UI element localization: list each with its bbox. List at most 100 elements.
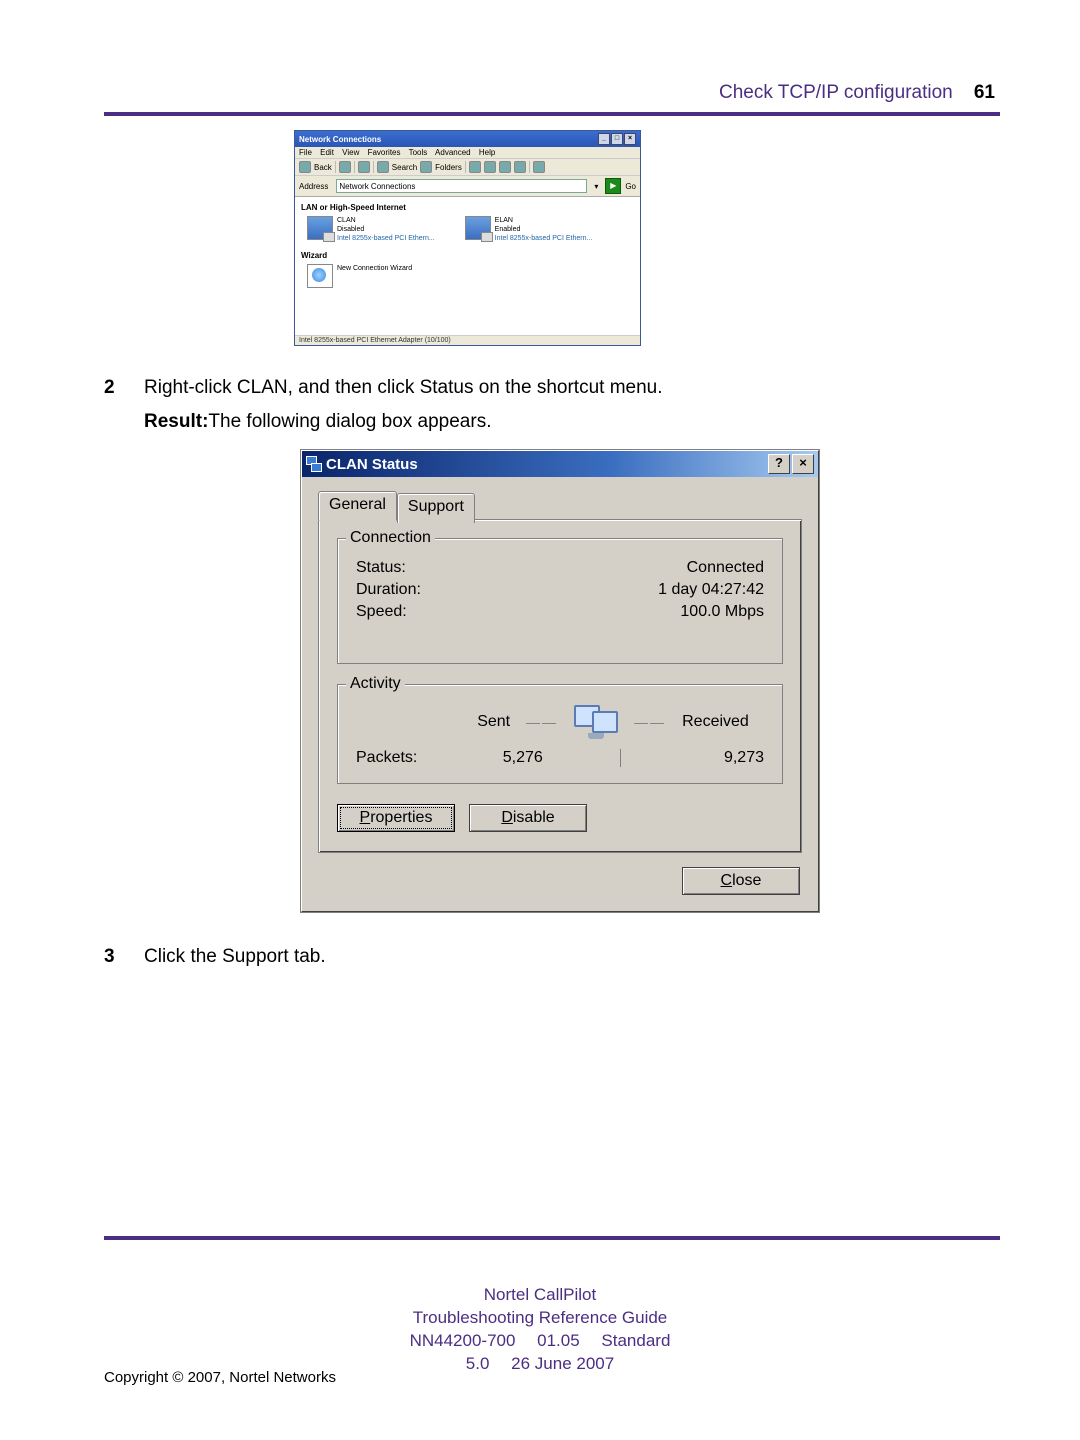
- go-label[interactable]: Go: [625, 182, 636, 191]
- copyright: Copyright © 2007, Nortel Networks: [104, 1369, 336, 1386]
- up-icon[interactable]: [358, 161, 370, 173]
- nc-statusbar: Intel 8255x-based PCI Ethernet Adapter (…: [295, 335, 640, 345]
- elan-name: ELAN: [495, 216, 593, 225]
- step-2: 2 Right-click CLAN, and then click Statu…: [104, 374, 1000, 435]
- step-2-number: 2: [104, 374, 144, 435]
- views-icon[interactable]: [533, 161, 545, 173]
- folders-label[interactable]: Folders: [435, 163, 462, 172]
- forward-icon[interactable]: [339, 161, 351, 173]
- group-activity: Activity Sent —— —— Received: [337, 684, 783, 784]
- duration-label: Duration:: [356, 581, 421, 599]
- status-label: Status:: [356, 559, 406, 577]
- step-2-result-text: The following dialog box appears.: [208, 411, 491, 432]
- close-icon[interactable]: ×: [624, 133, 636, 145]
- status-value: Connected: [687, 559, 764, 577]
- dialog-titlebar[interactable]: CLAN Status ? ×: [302, 451, 818, 477]
- delete-icon[interactable]: [499, 161, 511, 173]
- toolbar-sep3: [373, 161, 374, 173]
- speed-value: 100.0 Mbps: [680, 603, 764, 621]
- menu-file[interactable]: File: [299, 148, 312, 157]
- clan-state: Disabled: [337, 225, 435, 234]
- copy-icon[interactable]: [484, 161, 496, 173]
- wizard-icon: [307, 264, 333, 288]
- search-icon[interactable]: [377, 161, 389, 173]
- addr-dropdown-icon[interactable]: ▾: [591, 182, 601, 191]
- step-2-text: Right-click CLAN, and then click Status …: [144, 374, 1000, 402]
- close-button[interactable]: ×: [792, 454, 814, 474]
- group-connection: Connection Status: Connected Duration: 1…: [337, 538, 783, 664]
- toolbar-sep4: [465, 161, 466, 173]
- sent-header: Sent: [477, 713, 510, 731]
- nc-title-text: Network Connections: [299, 135, 381, 144]
- nc-item-wizard[interactable]: New Connection Wizard: [307, 264, 412, 288]
- group-activity-legend: Activity: [346, 675, 405, 693]
- nc-window-controls[interactable]: _ □ ×: [598, 133, 636, 145]
- maximize-icon[interactable]: □: [611, 133, 623, 145]
- network-connections-window: Network Connections _ □ × File Edit View…: [294, 130, 641, 346]
- menu-favorites[interactable]: Favorites: [368, 148, 401, 157]
- nc-titlebar[interactable]: Network Connections _ □ ×: [295, 131, 640, 147]
- help-button[interactable]: ?: [768, 454, 790, 474]
- clan-name: CLAN: [337, 216, 435, 225]
- tab-page-general: Connection Status: Connected Duration: 1…: [318, 519, 802, 853]
- top-rule: [104, 112, 1000, 116]
- minimize-icon[interactable]: _: [598, 133, 610, 145]
- back-icon[interactable]: [299, 161, 311, 173]
- menu-edit[interactable]: Edit: [320, 148, 334, 157]
- menu-advanced[interactable]: Advanced: [435, 148, 471, 157]
- elan-detail: Intel 8255x-based PCI Ethern...: [495, 234, 593, 243]
- nc-item-clan[interactable]: CLAN Disabled Intel 8255x-based PCI Ethe…: [307, 216, 435, 243]
- go-button[interactable]: ▶: [605, 178, 621, 194]
- bottom-rule: [104, 1236, 1000, 1240]
- nc-menubar[interactable]: File Edit View Favorites Tools Advanced …: [295, 147, 640, 159]
- disable-button[interactable]: Disable: [469, 804, 587, 832]
- dialog-tabs: General Support: [318, 491, 802, 521]
- footer-l2: Troubleshooting Reference Guide: [0, 1307, 1080, 1330]
- step-3-number: 3: [104, 943, 144, 971]
- toolbar-sep: [335, 161, 336, 173]
- packets-received: 9,273: [621, 749, 765, 767]
- move-icon[interactable]: [469, 161, 481, 173]
- clan-status-dialog: CLAN Status ? × General Support Connecti…: [300, 449, 820, 913]
- network-adapter-icon: [307, 216, 333, 240]
- nc-toolbar[interactable]: Back Search Folders: [295, 159, 640, 176]
- group-connection-legend: Connection: [346, 529, 435, 547]
- toolbar-sep5: [529, 161, 530, 173]
- wizard-label: New Connection Wizard: [337, 264, 412, 288]
- footer-l3: NN44200-700 01.05 Standard: [0, 1330, 1080, 1353]
- close-dialog-button[interactable]: Close: [682, 867, 800, 895]
- toolbar-sep2: [354, 161, 355, 173]
- menu-help[interactable]: Help: [479, 148, 495, 157]
- page-number: 61: [974, 82, 995, 103]
- tab-support[interactable]: Support: [397, 493, 475, 523]
- nc-addressbar[interactable]: Address ▾ ▶ Go: [295, 176, 640, 197]
- dash-left: ——: [526, 714, 558, 730]
- header-title: Check TCP/IP configuration: [719, 82, 953, 103]
- section-lan: LAN or High-Speed Internet: [301, 203, 634, 212]
- packets-sent: 5,276: [456, 749, 621, 767]
- menu-view[interactable]: View: [342, 148, 359, 157]
- nc-item-elan[interactable]: ELAN Enabled Intel 8255x-based PCI Ether…: [465, 216, 593, 243]
- section-wizard: Wizard: [301, 251, 634, 260]
- packets-label: Packets:: [356, 749, 456, 767]
- back-label[interactable]: Back: [314, 163, 332, 172]
- dash-right: ——: [634, 714, 666, 730]
- folders-icon[interactable]: [420, 161, 432, 173]
- properties-button[interactable]: Properties: [337, 804, 455, 832]
- dialog-title-text: CLAN Status: [326, 456, 418, 473]
- network-status-icon: [306, 456, 322, 472]
- step-2-result-label: Result:: [144, 411, 208, 432]
- tab-general[interactable]: General: [318, 491, 397, 521]
- activity-icon: [574, 705, 618, 739]
- menu-tools[interactable]: Tools: [409, 148, 428, 157]
- addr-input[interactable]: [336, 179, 587, 193]
- speed-label: Speed:: [356, 603, 407, 621]
- nc-body: LAN or High-Speed Internet CLAN Disabled…: [295, 197, 640, 335]
- search-label[interactable]: Search: [392, 163, 417, 172]
- clan-detail: Intel 8255x-based PCI Ethern...: [337, 234, 435, 243]
- addr-label: Address: [299, 182, 328, 191]
- page-header: Check TCP/IP configuration 61: [719, 82, 995, 104]
- undo-icon[interactable]: [514, 161, 526, 173]
- step-3: 3 Click the Support tab.: [104, 943, 1000, 971]
- footer-l1: Nortel CallPilot: [0, 1284, 1080, 1307]
